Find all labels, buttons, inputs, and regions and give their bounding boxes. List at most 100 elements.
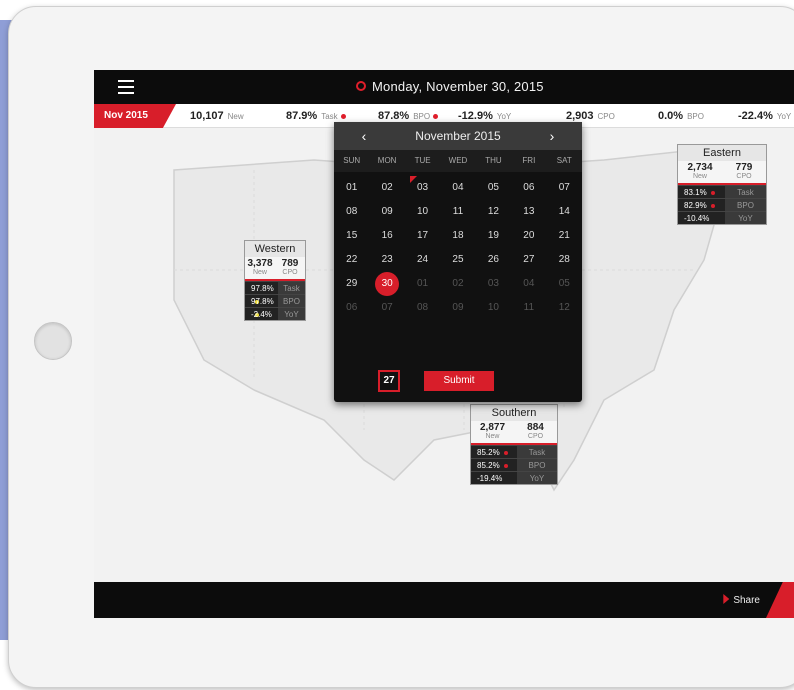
- calendar-day[interactable]: 29: [334, 272, 369, 296]
- month-tag[interactable]: Nov 2015: [94, 104, 176, 128]
- region-counts: 2,734 New 779 CPO: [678, 161, 766, 185]
- hamburger-menu-icon[interactable]: [118, 80, 134, 94]
- calendar-day[interactable]: 09: [440, 296, 475, 320]
- stat-cpo-bpo: 0.0% BPO: [658, 110, 704, 122]
- stat-bpo: 87.8% BPO: [378, 110, 439, 122]
- region-row: 97.8% Task: [245, 281, 305, 304]
- calendar-day[interactable]: 01: [334, 176, 369, 200]
- day-grid: 01 02 03 04 05 06 07 08 09 10 11 12 13 14 15 16 17 18 19 20…: [334, 172, 582, 320]
- calendar-day[interactable]: 30: [369, 272, 404, 296]
- prev-month-icon[interactable]: ‹: [350, 122, 378, 150]
- share-button[interactable]: Share: [723, 594, 760, 606]
- region-row: -19.4% YoY: [471, 471, 557, 484]
- calendar-day[interactable]: 07: [369, 296, 404, 320]
- weekday-label: SUN: [343, 156, 361, 165]
- calendar-day[interactable]: 20: [511, 224, 546, 248]
- calendar-day[interactable]: 27: [511, 248, 546, 272]
- home-button[interactable]: [34, 322, 72, 360]
- calendar-footer: 27 Submit: [334, 370, 582, 394]
- calendar-day[interactable]: 04: [511, 272, 546, 296]
- region-name: Southern: [471, 405, 557, 421]
- calendar-day[interactable]: 02: [369, 176, 404, 200]
- next-month-icon[interactable]: ›: [538, 122, 566, 150]
- stat-task: 87.9% Task: [286, 110, 346, 122]
- calendar-header: ‹ November 2015 ›: [334, 122, 582, 150]
- calendar-day[interactable]: 03: [476, 272, 511, 296]
- stat-new: 10,107 New: [190, 110, 244, 122]
- region-row: -10.4% YoY: [678, 211, 766, 224]
- region-name: Western: [245, 241, 305, 257]
- calendar-day[interactable]: 19: [476, 224, 511, 248]
- calendar-day[interactable]: 14: [547, 200, 582, 224]
- stat-cpo: 2,903 CPO: [566, 110, 615, 122]
- calendar-day[interactable]: 16: [369, 224, 404, 248]
- calendar-day[interactable]: 10: [476, 296, 511, 320]
- region-row: 85.2% Task: [471, 445, 557, 458]
- region-row: 83.1% Task: [678, 185, 766, 198]
- calendar-day[interactable]: 28: [547, 248, 582, 272]
- calendar-day[interactable]: 15: [334, 224, 369, 248]
- corner-accent: [766, 582, 794, 618]
- region-row: 85.2% BPO: [471, 458, 557, 471]
- calendar-day[interactable]: 06: [334, 296, 369, 320]
- region-row: -2.4% YoY: [245, 307, 305, 320]
- region-name: Eastern: [678, 145, 766, 161]
- calendar-day[interactable]: 05: [547, 272, 582, 296]
- top-bar: Monday, November 30, 2015: [94, 70, 794, 104]
- status-dot-icon: [433, 114, 439, 119]
- calendar-day[interactable]: 02: [440, 272, 475, 296]
- calendar-day[interactable]: 12: [476, 200, 511, 224]
- date-indicator-icon: [356, 81, 366, 91]
- bottom-bar: Share: [94, 582, 794, 618]
- region-row: 82.9% BPO: [678, 198, 766, 211]
- weekday-header: SUN MON TUE WED THU FRI SAT: [334, 150, 582, 172]
- calendar-day[interactable]: 24: [405, 248, 440, 272]
- calendar-day[interactable]: 05: [476, 176, 511, 200]
- red-dot-icon: [710, 204, 715, 208]
- calendar-day[interactable]: 04: [440, 176, 475, 200]
- region-card-eastern[interactable]: Eastern 2,734 New 779 CPO 83.1% Task 82.9% B…: [677, 144, 767, 225]
- current-date[interactable]: Monday, November 30, 2015: [372, 79, 544, 94]
- stat-cpo-yoy: -22.4% YoY: [738, 110, 792, 122]
- calendar-day[interactable]: 11: [511, 296, 546, 320]
- calendar-day[interactable]: 13: [511, 200, 546, 224]
- calendar-day[interactable]: 26: [476, 248, 511, 272]
- date-picker: ‹ November 2015 › SUN MON TUE WED THU FRI SAT …: [334, 122, 582, 402]
- calendar-day[interactable]: 21: [547, 224, 582, 248]
- calendar-day[interactable]: 03: [405, 176, 440, 200]
- submit-button[interactable]: Submit: [424, 371, 494, 391]
- status-dot-icon: [340, 114, 346, 119]
- calendar-day[interactable]: 06: [511, 176, 546, 200]
- stat-yoy: -12.9% YoY: [458, 110, 512, 122]
- calendar-day[interactable]: 23: [369, 248, 404, 272]
- calendar-day[interactable]: 10: [405, 200, 440, 224]
- region-card-western[interactable]: Western 3,378 New 789 CPO 97.8% Task 97.8% B…: [244, 240, 306, 321]
- weekday-label: MON: [377, 156, 397, 165]
- device-scene: Monday, November 30, 2015 Nov 2015 10,10…: [0, 0, 794, 690]
- weekday-label: FRI: [522, 156, 536, 165]
- calendar-day[interactable]: 09: [369, 200, 404, 224]
- calendar-day[interactable]: 12: [547, 296, 582, 320]
- weekday-label: WED: [448, 156, 468, 165]
- region-counts: 3,378 New 789 CPO: [245, 257, 305, 281]
- calendar-day[interactable]: 07: [547, 176, 582, 200]
- weekday-label: SAT: [556, 156, 572, 165]
- region-counts: 2,877 New 884 CPO: [471, 421, 557, 445]
- region-card-southern[interactable]: Southern 2,877 New 884 CPO 85.2% Task 85.2%…: [470, 404, 558, 485]
- weekday-label: THU: [485, 156, 502, 165]
- red-dot-icon: [503, 451, 508, 455]
- weekday-label: TUE: [414, 156, 431, 165]
- calendar-day[interactable]: 08: [405, 296, 440, 320]
- calendar-day[interactable]: 01: [405, 272, 440, 296]
- calendar-day[interactable]: 25: [440, 248, 475, 272]
- calendar-day[interactable]: 17: [405, 224, 440, 248]
- region-row: 97.8% BPO: [245, 294, 305, 317]
- red-dot-icon: [710, 191, 715, 195]
- calendar-icon[interactable]: 27: [378, 370, 400, 392]
- calendar-day[interactable]: 22: [334, 248, 369, 272]
- app-screen: Monday, November 30, 2015 Nov 2015 10,10…: [94, 70, 794, 618]
- calendar-day[interactable]: 18: [440, 224, 475, 248]
- calendar-month-title: November 2015: [415, 129, 501, 143]
- calendar-day[interactable]: 08: [334, 200, 369, 224]
- calendar-day[interactable]: 11: [440, 200, 475, 224]
